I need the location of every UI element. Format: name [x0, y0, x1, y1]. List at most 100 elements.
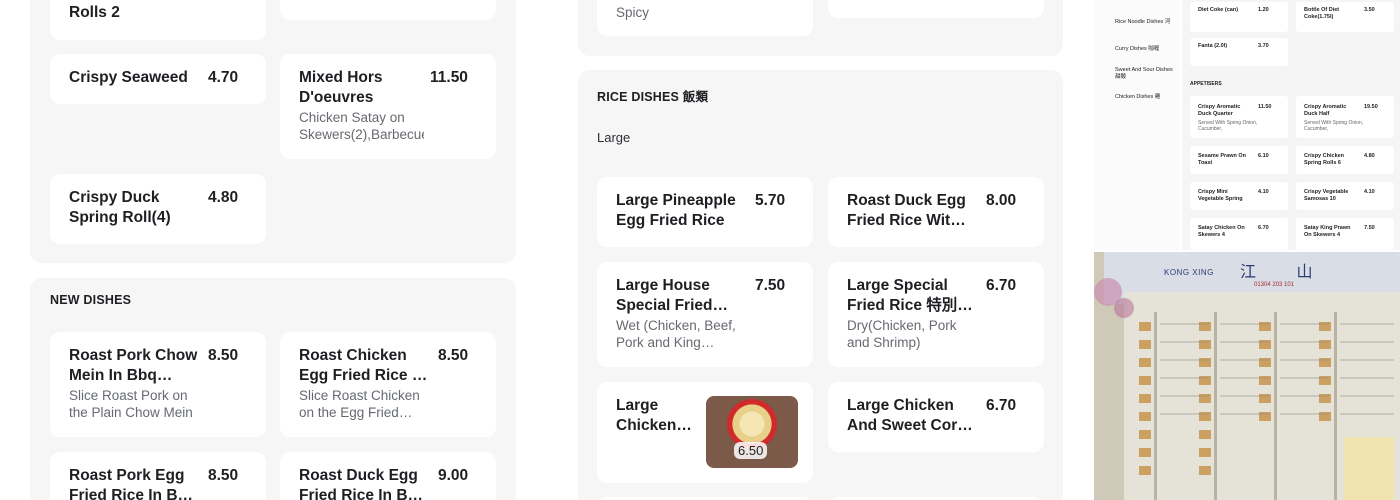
thumb-price: 6.70	[1258, 225, 1269, 231]
item-description: Dry(Chicken, Pork and Shrimp)	[847, 318, 957, 350]
item-name: Roast Duck Egg Fried Rice With Bbq	[847, 192, 966, 229]
item-name: Mixed Hors D'oeuvres	[299, 69, 383, 106]
menu-item-card[interactable]	[280, 0, 496, 20]
menu-item-card[interactable]: Roast Pork Chow Mein In Bbq Sauce 8.50 S…	[50, 332, 266, 437]
item-name: Roast Chicken Egg Fried Rice In Bbq Sauc…	[299, 347, 426, 384]
thumb-card: Fanta (2.0l) 3.70	[1190, 38, 1288, 66]
thumb-card: Crispy Aromatic Duck Quarter 11.50 Serve…	[1190, 96, 1288, 138]
item-price: 7.50	[755, 277, 786, 294]
item-description: Slice Roast Pork on the Plain Chow Mein	[69, 388, 193, 420]
shop-phone: 01304 203 101	[1254, 282, 1295, 288]
item-name: Large Chicken Fried Rice	[616, 397, 677, 434]
thumb-price: 4.10	[1258, 189, 1269, 195]
menu-item-card[interactable]: Large Chicken And Sweet Corn Fried Rice …	[828, 382, 1044, 452]
thumb-price: 19.50	[1364, 104, 1378, 110]
thumb-price: 3.70	[1258, 43, 1269, 49]
thumb-card: Crispy Aromatic Duck Half 19.50 Served W…	[1296, 96, 1394, 138]
thumb-name: Crispy Mini Vegetable Spring Rolls	[1198, 189, 1243, 202]
item-price: 4.80	[208, 189, 239, 206]
menu-item-card[interactable]: Roast Chicken Egg Fried Rice In Bbq Sauc…	[280, 332, 496, 437]
menu-item-card[interactable]: Roast Pork Egg Fried Rice In Bbq Sauce 8…	[50, 452, 266, 500]
menu-item-card[interactable]: Crispy Seaweed 4.70	[50, 54, 266, 104]
item-price-tag: 6.50	[734, 442, 768, 459]
item-price: 8.50	[208, 347, 239, 364]
item-description: Spicy	[616, 5, 650, 20]
item-description: Chicken Satay on Skewers(2),Barbecued	[299, 110, 424, 142]
thumb-name: Crispy Aromatic Duck Quarter	[1198, 104, 1241, 117]
item-price: 6.70	[986, 277, 1017, 294]
sidebar-item: Curry Dishes 咖喱	[1115, 46, 1160, 52]
thumbnail-content: Diet Coke (can) 1.20 Bottle Of Diet Coke…	[1182, 0, 1400, 250]
thumb-price: 4.10	[1364, 189, 1375, 195]
thumb-price: 6.10	[1258, 153, 1269, 159]
shop-chinese-sign: 江 山	[1240, 264, 1331, 281]
menu-item-card[interactable]: Crispy Duck Spring Roll(4) 4.80	[50, 174, 266, 244]
thumb-card: Sesame Prawn On Toast 6.10	[1190, 146, 1288, 174]
thumb-name: Crispy Aromatic Duck Half	[1304, 104, 1347, 117]
thumb-name: Bottle Of Diet Coke(1.75l)	[1304, 7, 1340, 20]
thumb-card: Bottle Of Diet Coke(1.75l) 3.50	[1296, 2, 1394, 32]
thumb-name: Diet Coke (can)	[1198, 7, 1239, 13]
item-name: Roast Duck Egg Fried Rice In Bbq Sauce	[299, 467, 427, 500]
item-name: Rolls 2	[69, 4, 120, 21]
shop-sign: KONG XING	[1164, 268, 1214, 277]
menu-item-card[interactable]: Mixed Hors D'oeuvres 11.50 Chicken Satay…	[280, 54, 496, 159]
thumb-name: Fanta (2.0l)	[1198, 43, 1228, 49]
item-price: 5.70	[755, 192, 786, 209]
menu-item-card[interactable]: Roast Duck Egg Fried Rice With Bbq 8.00	[828, 177, 1044, 247]
restaurant-menu-photo[interactable]: KONG XING 江 山 01304 203 101	[1094, 252, 1400, 500]
item-name: Large Special Fried Rice 特別炒飯	[847, 277, 973, 314]
sidebar-item: Rice Noodle Dishes 河	[1115, 19, 1171, 25]
menu-item-card[interactable]: Large Special Fried Rice 特別炒飯 6.70 Dry(C…	[828, 262, 1044, 367]
thumb-price: 1.20	[1258, 7, 1269, 13]
menu-item-card[interactable]: Roast Duck Egg Fried Rice In Bbq Sauce 9…	[280, 452, 496, 500]
item-price: 9.00	[438, 467, 469, 484]
thumb-card: Crispy Vegetable Samosas 10 4.10	[1296, 182, 1394, 210]
item-price: 11.50	[430, 69, 468, 86]
section-title: RICE DISHES 飯類	[597, 90, 709, 104]
item-price: 4.70	[208, 69, 239, 86]
thumb-card: Crispy Chicken Spring Rolls 6 4.80	[1296, 146, 1394, 174]
thumb-name: Satay Chicken On Skewers 4	[1198, 225, 1245, 238]
thumb-desc: Served With Spring Onion, Cucumber,	[1198, 120, 1258, 132]
item-name: Large House Special Fried Rice	[616, 277, 713, 314]
menu-board-image	[1094, 252, 1400, 500]
thumb-price: 4.80	[1364, 153, 1375, 159]
thumb-desc: Served With Spring Onion, Cucumber,	[1304, 120, 1364, 132]
thumb-price: 11.50	[1258, 104, 1272, 110]
section-title: NEW DISHES	[50, 293, 132, 307]
item-name: Roast Pork Egg Fried Rice In Bbq Sauce	[69, 467, 197, 500]
item-description: Slice Roast Chicken on the Egg Fried Ric…	[299, 388, 420, 420]
thumb-name: Crispy Vegetable Samosas 10	[1304, 189, 1349, 202]
thumb-card: Diet Coke (can) 1.20	[1190, 2, 1288, 32]
menu-item-card[interactable]: Spicy	[597, 0, 813, 36]
menu-item-card[interactable]: Rolls 2	[50, 0, 266, 40]
thumb-name: Crispy Chicken Spring Rolls 6	[1304, 153, 1345, 166]
thumb-card: Satay Chicken On Skewers 4 6.70	[1190, 218, 1288, 250]
thumb-card: Crispy Mini Vegetable Spring Rolls 4.10	[1190, 182, 1288, 210]
item-name: Large Pineapple Egg Fried Rice	[616, 192, 736, 229]
item-price: 8.00	[986, 192, 1017, 209]
item-price: 8.50	[208, 467, 239, 484]
menu-item-card[interactable]	[828, 0, 1044, 18]
thumbnail-sidebar: Rice Noodle Dishes 河 Curry Dishes 咖喱 Swe…	[1094, 0, 1180, 250]
sidebar-item: Chicken Dishes 雞	[1115, 94, 1161, 100]
thumb-price: 7.50	[1364, 225, 1375, 231]
item-name: Large Chicken And Sweet Corn Fried Rice	[847, 397, 967, 434]
item-name: Crispy Duck Spring Roll(4)	[69, 189, 171, 226]
menu-thumbnail[interactable]: Rice Noodle Dishes 河 Curry Dishes 咖喱 Swe…	[1094, 0, 1400, 250]
subsection-title: Large	[597, 130, 631, 145]
dish-photo[interactable]: 6.50	[706, 396, 798, 468]
item-name: Roast Pork Chow Mein In Bbq Sauce	[69, 347, 198, 384]
sidebar-item: Sweet And Sour Dishes 甜酸	[1115, 67, 1173, 80]
item-description: Wet (Chicken, Beef, Pork and King Prawn)	[616, 318, 736, 350]
item-price: 8.50	[438, 347, 469, 364]
item-name: Crispy Seaweed	[69, 69, 188, 86]
thumb-card: Satay King Prawn On Skewers 4 7.50	[1296, 218, 1394, 250]
thumb-name: Sesame Prawn On Toast	[1198, 153, 1246, 166]
thumb-section-title: APPETISERS	[1190, 81, 1222, 87]
thumb-name: Satay King Prawn On Skewers 4	[1304, 225, 1351, 238]
menu-item-card[interactable]: Large House Special Fried Rice 7.50 Wet …	[597, 262, 813, 367]
menu-item-card[interactable]: Large Pineapple Egg Fried Rice 5.70	[597, 177, 813, 247]
thumb-price: 3.50	[1364, 7, 1375, 13]
